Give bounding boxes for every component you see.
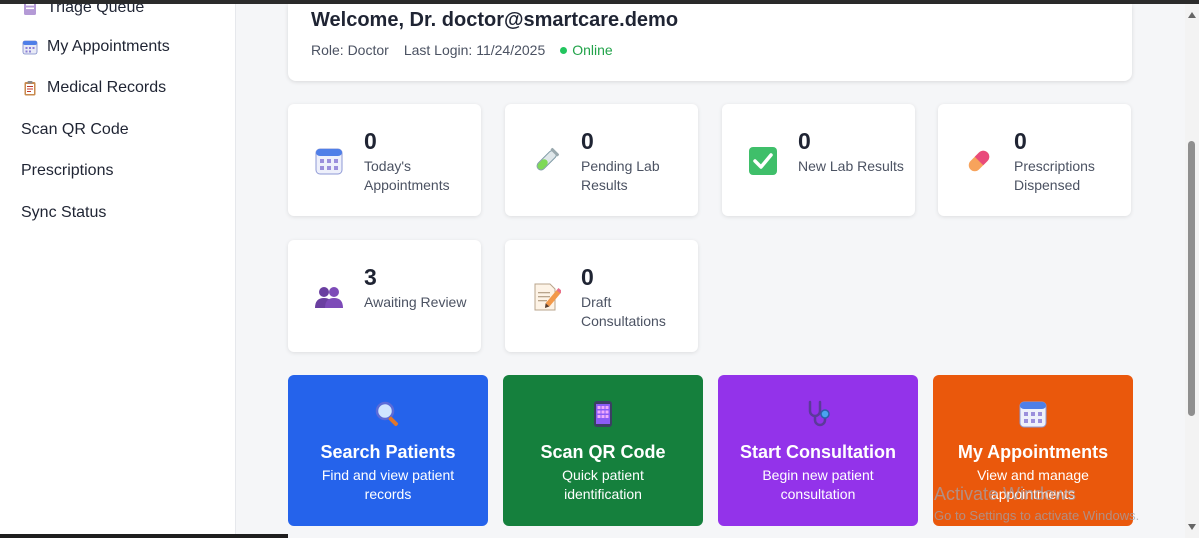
stat-label: Draft Consultations (581, 294, 666, 329)
stat-card-prescriptions-dispensed: 0 Prescriptions Dispensed (938, 104, 1131, 216)
action-subtitle: Quick patient identification (562, 467, 644, 502)
sidebar-item-label: Scan QR Code (21, 121, 129, 138)
stat-value: 0 (1014, 128, 1027, 154)
stat-value: 0 (581, 264, 594, 290)
sidebar-item-triage-queue[interactable]: Triage Queue (21, 4, 144, 19)
qr-code-icon (588, 399, 618, 429)
action-subtitle: Find and view patient records (321, 467, 455, 502)
memo-icon (531, 282, 563, 312)
activation-watermark-subtitle: Go to Settings to activate Windows. (934, 508, 1140, 523)
sidebar-item-label: Prescriptions (21, 162, 114, 179)
sidebar-item-scan-qr-code[interactable]: Scan QR Code (21, 119, 129, 141)
start-consultation-button[interactable]: Start Consultation Begin new patient con… (718, 375, 918, 526)
welcome-title: Welcome, Dr. doctor@smartcare.demo (311, 9, 679, 31)
stat-label: Pending Lab Results (581, 158, 660, 193)
stat-value: 0 (581, 128, 594, 154)
online-status: Online (572, 42, 613, 58)
stat-value: 0 (364, 128, 377, 154)
calendar-icon (21, 38, 39, 56)
sidebar-item-label: Medical Records (47, 79, 167, 96)
triage-icon (21, 4, 39, 17)
stat-value: 0 (798, 128, 811, 154)
stat-card-todays-appointments: 0 Today's Appointments (288, 104, 481, 216)
sidebar-item-sync-status[interactable]: Sync Status (21, 202, 106, 224)
stat-card-pending-lab-results: 0 Pending Lab Results (505, 104, 698, 216)
stat-label: New Lab Results (798, 158, 904, 174)
stat-label: Today's Appointments (364, 158, 450, 193)
check-mark-icon (748, 146, 778, 176)
clipboard-icon (21, 79, 39, 97)
scrollbar-thumb[interactable] (1188, 141, 1195, 416)
test-tube-icon (531, 146, 561, 176)
user-role: Role: Doctor (311, 42, 389, 58)
stat-card-awaiting-review: 3 Awaiting Review (288, 240, 481, 352)
scroll-down-arrow-icon[interactable] (1188, 524, 1196, 530)
sidebar-item-label: Triage Queue (47, 4, 145, 16)
sidebar-item-my-appointments[interactable]: My Appointments (21, 36, 170, 58)
stat-card-new-lab-results: 0 New Lab Results (722, 104, 915, 216)
scroll-up-arrow-icon[interactable] (1188, 12, 1196, 18)
sidebar: Triage Queue My Appointments Medical Rec… (0, 4, 236, 538)
search-patients-button[interactable]: Search Patients Find and view patient re… (288, 375, 488, 526)
user-meta: Role: Doctor Last Login: 11/24/2025 Onli… (311, 42, 613, 58)
action-subtitle: Begin new patient consultation (762, 467, 874, 502)
sidebar-item-prescriptions[interactable]: Prescriptions (21, 160, 113, 182)
action-title: My Appointments (957, 442, 1109, 462)
taskbar-edge (0, 534, 288, 538)
action-title: Scan QR Code (540, 442, 666, 462)
calendar-icon (1018, 399, 1048, 429)
pill-icon (964, 146, 994, 176)
sidebar-item-label: My Appointments (47, 38, 170, 55)
magnifier-icon (373, 399, 403, 429)
stat-card-draft-consultations: 0 Draft Consultations (505, 240, 698, 352)
last-login: Last Login: 11/24/2025 (403, 42, 546, 58)
scan-qr-code-button[interactable]: Scan QR Code Quick patient identificatio… (503, 375, 703, 526)
sidebar-item-medical-records[interactable]: Medical Records (21, 77, 166, 99)
activation-watermark-title: Activate Windows (934, 484, 1077, 504)
stethoscope-icon (803, 399, 833, 429)
sidebar-item-label: Sync Status (21, 204, 107, 221)
stat-label: Awaiting Review (364, 294, 467, 310)
stat-label: Prescriptions Dispensed (1014, 158, 1095, 193)
calendar-icon (314, 146, 344, 176)
online-status-dot (560, 46, 568, 54)
action-title: Start Consultation (740, 442, 896, 462)
people-icon (314, 282, 344, 312)
action-title: Search Patients (320, 442, 456, 462)
scrollbar[interactable] (1185, 4, 1199, 538)
stat-value: 3 (364, 264, 377, 290)
welcome-card: Welcome, Dr. doctor@smartcare.demo Role:… (288, 4, 1132, 81)
